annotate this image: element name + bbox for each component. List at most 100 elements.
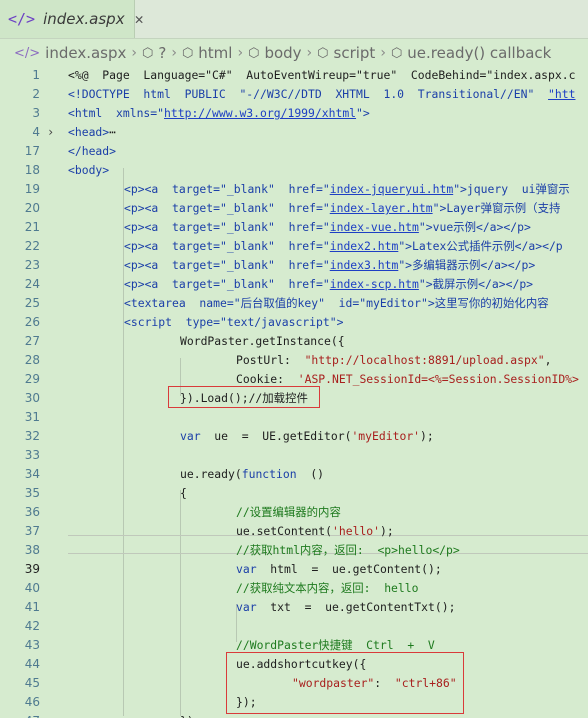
code-token: var — [236, 600, 257, 614]
highlight-box-shortcut — [226, 652, 464, 714]
code-line[interactable]: <p><a target="_blank" href="index-scp.ht… — [124, 275, 533, 294]
aspx-file-icon: </> — [14, 45, 41, 61]
code-line[interactable]: <p><a target="_blank" href="index-layer.… — [124, 199, 560, 218]
line-number: 30 — [24, 391, 40, 405]
tab-bar: </> index.aspx ✕ — [0, 0, 588, 39]
code-token: ">Latex公式插件示例</a></p — [398, 239, 563, 253]
code-token: txt = ue.getContentTxt(); — [256, 600, 456, 614]
code-line[interactable]: ue.setContent('hello'); — [236, 522, 394, 541]
code-token: <p><a target="_blank" href=" — [124, 220, 330, 234]
code-token: //设置编辑器的内容 — [236, 505, 341, 519]
code-token: ⋯ — [109, 125, 117, 139]
line-number: 3 — [32, 106, 40, 120]
code-line[interactable]: PostUrl: "http://localhost:8891/upload.a… — [236, 351, 551, 370]
code-token: Cookie: — [236, 372, 298, 386]
code-line[interactable]: <%@ Page Language="C#" AutoEventWireup="… — [68, 66, 575, 85]
code-line[interactable]: }); — [180, 712, 201, 718]
line-number: 33 — [24, 448, 40, 462]
code-line[interactable]: var txt = ue.getContentTxt(); — [236, 598, 455, 617]
code-token: WordPaster.getInstance({ — [180, 334, 345, 348]
code-token: //WordPaster快捷键 Ctrl + V — [236, 638, 435, 652]
code-token: ); — [420, 429, 434, 443]
code-token: html = ue.getContent(); — [256, 562, 442, 576]
code-line[interactable]: //获取html内容，返回: <p>hello</p> — [236, 541, 460, 560]
code-line[interactable]: WordPaster.getInstance({ — [180, 332, 345, 351]
code-line[interactable]: var html = ue.getContent(); — [236, 560, 442, 579]
code-token: <html xmlns=" — [68, 106, 165, 120]
code-line[interactable]: <head>⋯ — [68, 123, 116, 142]
code-token: ue.ready( — [180, 467, 242, 481]
breadcrumb-body[interactable]: ⬡ body — [246, 44, 303, 62]
code-token: <head> — [68, 125, 110, 139]
code-line[interactable]: <p><a target="_blank" href="index-jquery… — [124, 180, 570, 199]
code-token: "> — [356, 106, 370, 120]
chevron-right-icon: › — [380, 45, 386, 61]
code-token: index-layer.htm — [329, 201, 433, 215]
code-line[interactable]: </head> — [68, 142, 116, 161]
code-token: () — [296, 467, 325, 481]
line-number: 35 — [24, 486, 40, 500]
code-token: //获取html内容，返回: <p>hello</p> — [236, 543, 460, 557]
code-token: <p><a target="_blank" href=" — [124, 258, 330, 272]
line-number: 24 — [24, 277, 40, 291]
chevron-right-icon: › — [306, 45, 313, 61]
tag-icon: ⬡ — [248, 45, 260, 61]
code-line[interactable]: <body> — [68, 161, 109, 180]
code-line[interactable]: //设置编辑器的内容 — [236, 503, 341, 522]
code-token: index3.htm — [329, 258, 399, 272]
aspx-file-icon: </> — [8, 10, 36, 28]
breadcrumb-directive[interactable]: ⬡? — [140, 44, 168, 62]
line-number: 4 — [32, 125, 40, 139]
code-token: 'ASP.NET_SessionId=<%=Session.SessionID%… — [297, 372, 579, 386]
editor-tab-index-aspx[interactable]: </> index.aspx ✕ — [0, 0, 144, 38]
code-line[interactable]: <script type="text/javascript"> — [124, 313, 343, 332]
breadcrumb-label: ue.ready() callback — [407, 44, 552, 62]
breadcrumb: </> index.aspx › ⬡? › ⬡ html › ⬡ body › ⬡ sc… — [0, 39, 588, 67]
breadcrumb-html[interactable]: ⬡ html — [180, 44, 235, 62]
line-number: 23 — [24, 258, 40, 272]
code-token: ue.setContent( — [236, 524, 333, 538]
breadcrumb-script[interactable]: ⬡ script — [315, 44, 377, 62]
code-token: function — [241, 467, 297, 481]
line-number: 28 — [24, 353, 40, 367]
line-number: 36 — [24, 505, 40, 519]
line-number: 29 — [24, 372, 40, 386]
line-number: 41 — [24, 600, 40, 614]
code-token: "http://localhost:8891/upload.aspx" — [304, 353, 545, 367]
line-number: 19 — [24, 182, 40, 196]
code-token: //获取纯文本内容，返回: hello — [236, 581, 419, 595]
code-line[interactable]: { — [180, 484, 187, 503]
line-number: 37 — [24, 524, 40, 538]
code-token: <body> — [68, 163, 110, 177]
line-number: 26 — [24, 315, 40, 329]
breadcrumb-label: ? — [158, 44, 167, 62]
code-line[interactable]: <p><a target="_blank" href="index3.htm">… — [124, 256, 535, 275]
code-line[interactable]: <html xmlns="http://www.w3.org/1999/xhtm… — [68, 104, 370, 123]
chevron-right-icon[interactable]: › — [47, 123, 54, 142]
line-number: 17 — [24, 144, 40, 158]
code-line[interactable]: <!DOCTYPE html PUBLIC "-//W3C//DTD XHTML… — [68, 85, 575, 104]
code-token: <p><a target="_blank" href=" — [124, 239, 330, 253]
code-line[interactable]: var ue = UE.getEditor('myEditor'); — [180, 427, 434, 446]
line-number-current: 39 — [24, 562, 40, 576]
code-line[interactable]: <textarea name="后台取值的key" id="myEditor">… — [124, 294, 549, 313]
code-line[interactable]: <p><a target="_blank" href="index2.htm">… — [124, 237, 563, 256]
chevron-right-icon: › — [131, 45, 137, 61]
breadcrumb-label: index.aspx — [45, 44, 127, 62]
line-number: 44 — [24, 657, 40, 671]
code-editor[interactable]: 1 <%@ Page Language="C#" AutoEventWireup=… — [0, 66, 588, 718]
breadcrumb-file[interactable]: </> index.aspx — [12, 44, 128, 62]
tag-icon: ⬡ — [181, 45, 194, 61]
code-token: <textarea name="后台取值的key" id="myEditor">… — [124, 296, 549, 310]
code-line[interactable]: <p><a target="_blank" href="index-vue.ht… — [124, 218, 531, 237]
code-token: index2.htm — [329, 239, 399, 253]
code-line[interactable]: ue.ready(function () — [180, 465, 324, 484]
code-token: PostUrl: — [236, 353, 305, 367]
line-number: 1 — [32, 68, 40, 82]
code-token: <!DOCTYPE html PUBLIC "-//W3C//DTD XHTML… — [68, 87, 549, 101]
code-token: ">多编辑器示例</a></p> — [398, 258, 536, 272]
code-line[interactable]: //获取纯文本内容，返回: hello — [236, 579, 418, 598]
breadcrumb-callback[interactable]: ⬡ ue.ready() callback — [389, 44, 553, 62]
code-token: ">Layer弹窗示例（支持 — [432, 201, 561, 215]
close-icon[interactable]: ✕ — [135, 10, 144, 28]
